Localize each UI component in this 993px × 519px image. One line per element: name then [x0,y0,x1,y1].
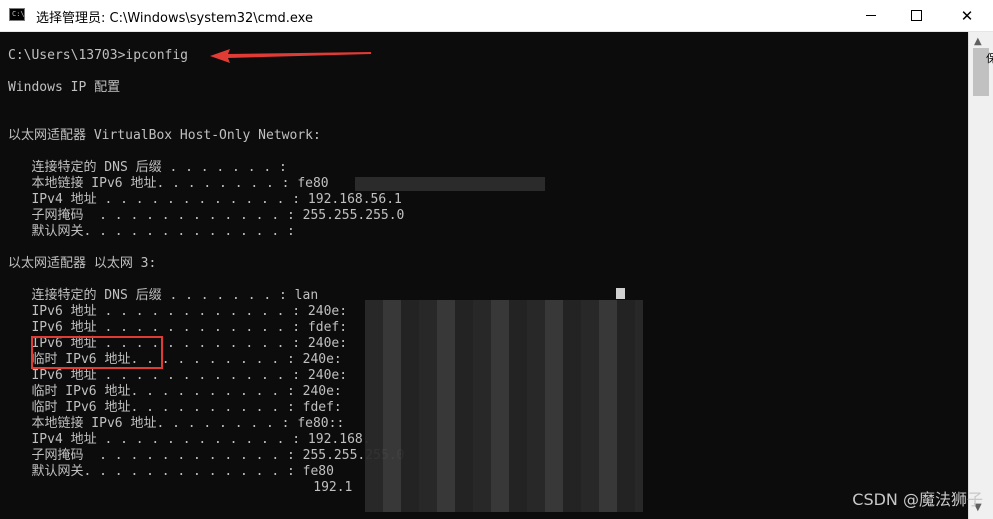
console-line: 以太网适配器 以太网 3: [8,256,157,271]
console-line: 默认网关. . . . . . . . . . . . . : fe80 [8,464,334,479]
console-line: IPv6 地址 . . . . . . . . . . . . : 240e: [8,304,348,319]
title-bar[interactable]: C:\ 选择管理员: C:\Windows\system32\cmd.exe ✕ [0,0,993,32]
console-line: Windows IP 配置 [8,80,121,95]
minimize-icon [866,15,876,16]
maximize-button[interactable] [893,0,939,31]
console-line: 192.1 [8,480,353,495]
close-icon: ✕ [960,6,974,25]
minimize-button[interactable] [848,0,894,31]
console-line: IPv4 地址 . . . . . . . . . . . . : 192.16… [8,432,371,447]
console-line: 子网掩码 . . . . . . . . . . . . : 255.255.2… [8,208,405,223]
console-line: 本地链接 IPv6 地址. . . . . . . . : fe80 [8,176,329,191]
window-title: 选择管理员: C:\Windows\system32\cmd.exe [36,11,313,26]
console-line: IPv4 地址 . . . . . . . . . . . . : 192.16… [8,192,402,207]
annotation-highlight-box [31,336,163,369]
close-button[interactable]: ✕ [944,0,990,31]
console-line: C:\Users\13703>ipconfig [8,48,189,63]
redaction-mosaic [365,300,643,512]
scroll-up-icon[interactable]: ▲ [974,36,982,47]
maximize-icon [910,10,922,21]
console-line: 以太网适配器 VirtualBox Host-Only Network: [8,128,321,143]
text-cursor [616,288,625,299]
cmd-icon: C:\ [9,8,25,21]
console-line: 默认网关. . . . . . . . . . . . . : [8,224,295,239]
watermark: CSDN @魔法狮子 [852,490,983,509]
console-line: 临时 IPv6 地址. . . . . . . . . . : 240e: [8,384,342,399]
annotation-arrow-icon [210,49,371,63]
console-line: IPv6 地址 . . . . . . . . . . . . : 240e: [8,368,348,383]
console-line: 子网掩码 . . . . . . . . . . . . : 255.255.2… [8,448,405,463]
vertical-scrollbar[interactable]: ▲ ▼ [968,32,993,519]
console-line: 连接特定的 DNS 后缀 . . . . . . . : lan [8,288,319,303]
redaction-block [355,177,545,191]
console-line: IPv6 地址 . . . . . . . . . . . . : fdef: [8,320,348,335]
console-line: 本地链接 IPv6 地址. . . . . . . . : fe80:: [8,416,345,431]
console-line: 连接特定的 DNS 后缀 . . . . . . . : [8,160,287,175]
console-line: 临时 IPv6 地址. . . . . . . . . . : fdef: [8,400,342,415]
background-window-fragment: 保 [986,52,993,65]
